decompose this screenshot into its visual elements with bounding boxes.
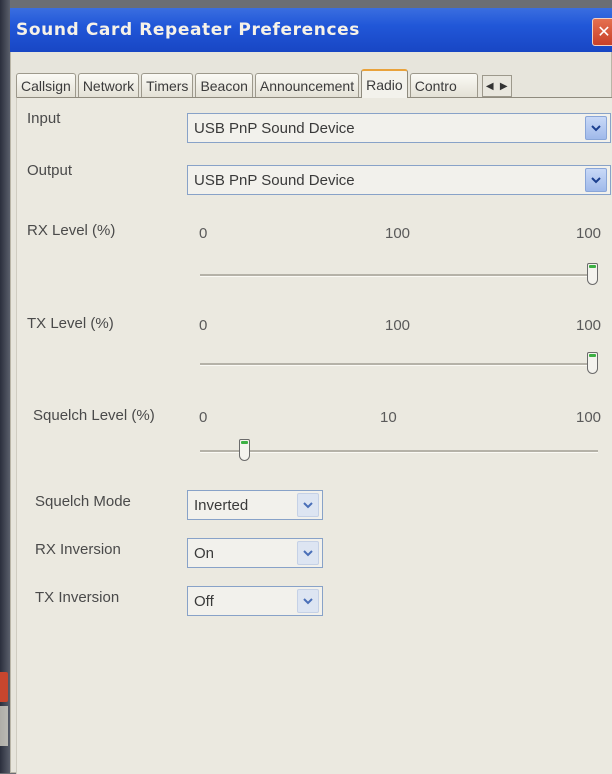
window-title: Sound Card Repeater Preferences [16, 20, 361, 40]
squelch-level-label: Squelch Level (%) [33, 407, 155, 424]
chevron-down-icon [591, 125, 601, 132]
rx-level-track[interactable] [200, 274, 598, 277]
tx-level-track[interactable] [200, 363, 598, 366]
tx-level-current: 100 [385, 317, 411, 334]
rx-level-thumb[interactable] [587, 263, 598, 285]
chevron-down-icon [591, 177, 601, 184]
rx-level-max: 100 [576, 225, 602, 242]
tx-inversion-value: Off [194, 592, 214, 610]
taskbar-app-icon[interactable] [0, 672, 8, 702]
output-label: Output [27, 162, 73, 179]
tx-level-max: 100 [576, 317, 602, 334]
tx-inversion-label: TX Inversion [35, 589, 120, 606]
chevron-right-icon[interactable]: ▶ [500, 81, 508, 92]
input-value: USB PnP Sound Device [194, 119, 355, 137]
tx-level-label: TX Level (%) [27, 315, 114, 332]
tab-beacon[interactable]: Beacon [195, 73, 253, 97]
squelch-mode-dropdown-button[interactable] [297, 493, 319, 517]
input-select[interactable]: USB PnP Sound Device [187, 113, 611, 143]
tab-announcement[interactable]: Announcement [254, 73, 360, 97]
chevron-left-icon[interactable]: ◀ [486, 81, 494, 92]
tx-inversion-dropdown-button[interactable] [297, 589, 319, 613]
tab-control[interactable]: Contro [409, 73, 478, 97]
rx-inversion-dropdown-button[interactable] [297, 541, 319, 565]
title-bar[interactable]: Sound Card Repeater Preferences ✕ [10, 8, 612, 52]
desktop-edge [0, 0, 10, 773]
output-select[interactable]: USB PnP Sound Device [187, 165, 611, 195]
squelch-level-thumb[interactable] [239, 439, 250, 461]
close-icon: ✕ [597, 24, 611, 41]
rx-level-slider[interactable] [200, 263, 598, 289]
output-dropdown-button[interactable] [585, 168, 607, 192]
squelch-level-max: 100 [576, 409, 602, 426]
rx-level-current: 100 [385, 225, 411, 242]
chevron-down-icon [303, 598, 313, 605]
tab-strip: Callsign Network Timers Beacon Announcem… [16, 69, 612, 98]
squelch-mode-value: Inverted [194, 496, 249, 514]
tx-level-slider[interactable] [200, 352, 598, 378]
squelch-level-slider[interactable] [200, 439, 598, 465]
chevron-down-icon [303, 502, 313, 509]
rx-level-min: 0 [199, 225, 208, 242]
rx-inversion-label: RX Inversion [35, 541, 121, 558]
rx-level-label: RX Level (%) [27, 222, 116, 239]
squelch-level-current: 10 [380, 409, 397, 426]
squelch-level-track[interactable] [200, 450, 598, 453]
input-dropdown-button[interactable] [585, 116, 607, 140]
desktop-icon[interactable] [0, 706, 8, 746]
chevron-down-icon [303, 550, 313, 557]
preferences-window: Sound Card Repeater Preferences ✕ Callsi… [10, 8, 612, 774]
radio-panel: Input USB PnP Sound Device Output USB Pn… [16, 97, 612, 774]
output-value: USB PnP Sound Device [194, 171, 355, 189]
input-label: Input [27, 110, 61, 127]
squelch-mode-label: Squelch Mode [35, 493, 131, 510]
close-button[interactable]: ✕ [592, 18, 612, 46]
tx-inversion-select[interactable]: Off [187, 586, 323, 616]
tab-radio[interactable]: Radio [361, 69, 408, 98]
rx-inversion-select[interactable]: On [187, 538, 323, 568]
tab-network[interactable]: Network [77, 73, 140, 97]
tab-timers[interactable]: Timers [141, 73, 194, 97]
tab-scroll-buttons: ◀ ▶ [481, 75, 512, 97]
tx-level-min: 0 [199, 317, 208, 334]
squelch-mode-select[interactable]: Inverted [187, 490, 323, 520]
tab-callsign[interactable]: Callsign [16, 73, 76, 97]
tx-level-thumb[interactable] [587, 352, 598, 374]
rx-inversion-value: On [194, 544, 215, 562]
squelch-level-min: 0 [199, 409, 208, 426]
